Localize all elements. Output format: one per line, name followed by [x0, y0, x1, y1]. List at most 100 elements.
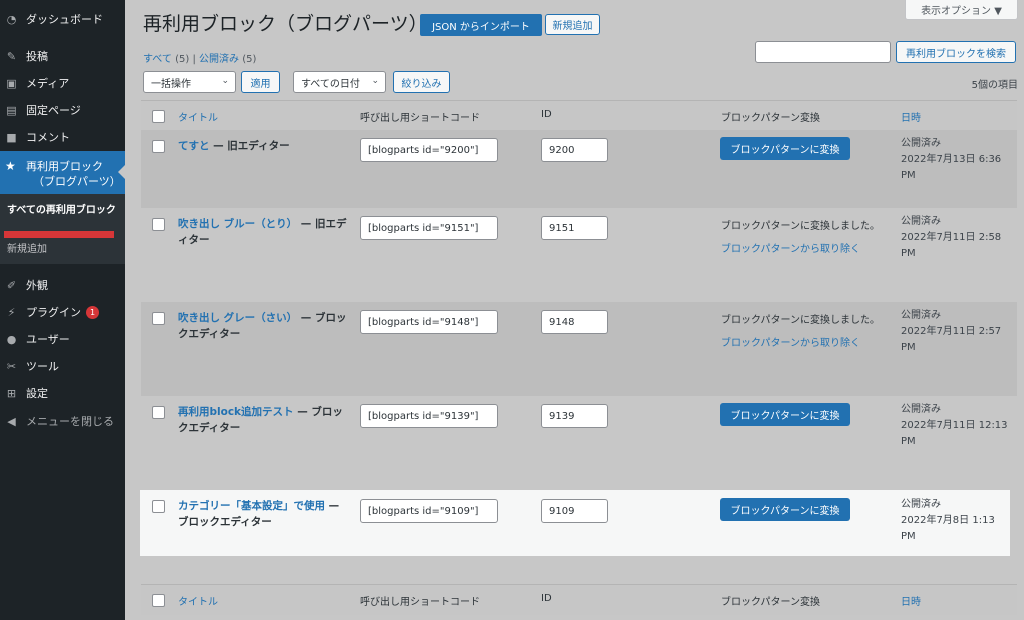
shortcode-field[interactable]: [blogparts id="9139"]	[360, 404, 498, 428]
row-title-link[interactable]: 吹き出し ブルー（とり）	[178, 218, 297, 230]
row-checkbox[interactable]	[152, 500, 165, 513]
filter-published-link[interactable]: 公開済み	[199, 54, 239, 65]
id-field[interactable]: 9148	[541, 310, 608, 334]
id-field[interactable]: 9151	[541, 216, 608, 240]
screen-options-button[interactable]: 表示オプション ▼	[905, 0, 1018, 20]
convert-status-text: ブロックパターンに変換しました。	[721, 221, 880, 232]
convert-status-text: ブロックパターンに変換しました。	[721, 315, 880, 326]
row-date: 公開済み 2022年7月11日 12:13 PM	[901, 402, 1011, 450]
menu-appearance[interactable]: ✐ 外観	[0, 272, 125, 298]
filter-all-link[interactable]: すべて	[143, 54, 172, 65]
row-title-link[interactable]: 再利用block追加テスト	[178, 406, 294, 418]
settings-icon: ⊞	[6, 386, 17, 400]
row-date-status: 公開済み	[901, 138, 941, 149]
table-row: 再利用block追加テスト — ブロックエディター [blogparts id=…	[141, 396, 1017, 490]
bulk-action-select[interactable]: 一括操作 ⌄	[143, 71, 236, 93]
filter-separator: |	[192, 54, 196, 65]
menu-settings[interactable]: ⊞ 設定	[0, 380, 125, 406]
comment-icon: ■	[6, 130, 17, 144]
table-row: てすと — 旧エディター [blogparts id="9200"] 9200 …	[141, 130, 1017, 208]
menu-plugins[interactable]: ⚡ プラグイン 1	[0, 299, 125, 325]
wrench-icon: ✂	[6, 359, 17, 373]
id-field[interactable]: 9139	[541, 404, 608, 428]
table-row: 吹き出し ブルー（とり） — 旧エディター [blogparts id="915…	[141, 208, 1017, 302]
row-date-status: 公開済み	[901, 499, 941, 510]
chevron-down-icon: ⌄	[371, 76, 379, 86]
apply-button[interactable]: 適用	[241, 71, 280, 93]
menu-media[interactable]: ▣ メディア	[0, 70, 125, 96]
column-title[interactable]: タイトル	[178, 109, 218, 124]
row-date-value: 2022年7月11日 2:58 PM	[901, 232, 1002, 259]
row-title-link[interactable]: カテゴリー「基本設定」で使用	[178, 500, 325, 512]
menu-dashboard[interactable]: ◔ ダッシュボード	[0, 6, 125, 32]
items-count: 5個の項目	[971, 80, 1018, 91]
row-checkbox[interactable]	[152, 406, 165, 419]
highlight-bar	[4, 231, 114, 238]
row-date-value: 2022年7月8日 1:13 PM	[901, 515, 995, 542]
column-convert: ブロックパターン変換	[721, 113, 820, 124]
search-reusable-blocks-button[interactable]: 再利用ブロックを検索	[896, 41, 1016, 63]
select-all-checkbox[interactable]	[152, 110, 165, 123]
page-icon: ▤	[6, 103, 17, 117]
menu-reusable-blocks[interactable]: ★ 再利用ブロック （ブログパーツ）	[0, 151, 125, 194]
table-row-highlighted: カテゴリー「基本設定」で使用 — ブロックエディター [blogparts id…	[140, 490, 1010, 556]
row-date: 公開済み 2022年7月8日 1:13 PM	[901, 497, 1011, 545]
pin-icon: ✎	[6, 49, 17, 63]
convert-pattern-button[interactable]: ブロックパターンに変換	[720, 403, 850, 426]
filter-button[interactable]: 絞り込み	[393, 71, 450, 93]
filter-published-count: (5)	[242, 54, 257, 65]
row-date: 公開済み 2022年7月11日 2:58 PM	[901, 214, 1011, 262]
reusable-blocks-table: タイトル 呼び出し用ショートコード ID ブロックパターン変換 日時 てすと —…	[140, 100, 1017, 620]
select-all-checkbox-footer[interactable]	[152, 594, 165, 607]
submenu-add-new[interactable]: 新規追加	[7, 240, 47, 255]
shortcode-field[interactable]: [blogparts id="9109"]	[360, 499, 498, 523]
submenu-all-reusable-blocks[interactable]: すべての再利用ブロック	[7, 204, 117, 217]
shortcode-field[interactable]: [blogparts id="9151"]	[360, 216, 498, 240]
remove-pattern-link[interactable]: ブロックパターンから取り除く	[721, 240, 860, 255]
row-checkbox[interactable]	[152, 140, 165, 153]
id-field[interactable]: 9109	[541, 499, 608, 523]
row-editor-type: — 旧エディター	[209, 140, 290, 152]
remove-pattern-link[interactable]: ブロックパターンから取り除く	[721, 334, 860, 349]
table-header: タイトル 呼び出し用ショートコード ID ブロックパターン変換 日時	[141, 100, 1017, 131]
menu-pages[interactable]: ▤ 固定ページ	[0, 97, 125, 123]
convert-pattern-button[interactable]: ブロックパターンに変換	[720, 498, 850, 521]
page-title: 再利用ブロック（ブログパーツ）	[143, 13, 428, 35]
row-checkbox[interactable]	[152, 312, 165, 325]
menu-tools[interactable]: ✂ ツール	[0, 353, 125, 379]
row-date: 公開済み 2022年7月13日 6:36 PM	[901, 136, 1011, 184]
menu-users[interactable]: ● ユーザー	[0, 326, 125, 352]
media-icon: ▣	[6, 76, 17, 90]
add-new-button[interactable]: 新規追加	[545, 14, 600, 35]
plugin-icon: ⚡	[7, 305, 16, 319]
date-filter-select[interactable]: すべての日付 ⌄	[293, 71, 386, 93]
row-date-value: 2022年7月11日 2:57 PM	[901, 326, 1002, 353]
id-field[interactable]: 9200	[541, 138, 608, 162]
search-input[interactable]	[755, 41, 891, 63]
row-date-status: 公開済み	[901, 216, 941, 227]
menu-comments[interactable]: ■ コメント	[0, 124, 125, 150]
shortcode-field[interactable]: [blogparts id="9148"]	[360, 310, 498, 334]
row-checkbox[interactable]	[152, 218, 165, 231]
plugin-update-badge: 1	[86, 305, 99, 319]
row-date-status: 公開済み	[901, 404, 941, 415]
column-shortcode: 呼び出し用ショートコード	[360, 113, 480, 124]
convert-pattern-button[interactable]: ブロックパターンに変換	[720, 137, 850, 160]
menu-posts[interactable]: ✎ 投稿	[0, 43, 125, 69]
column-title-footer[interactable]: タイトル	[178, 593, 218, 608]
column-convert-footer: ブロックパターン変換	[721, 597, 820, 608]
row-date-value: 2022年7月11日 12:13 PM	[901, 420, 1008, 447]
row-title-link[interactable]: 吹き出し グレー（さい）	[178, 312, 297, 324]
shortcode-field[interactable]: [blogparts id="9200"]	[360, 138, 498, 162]
menu-collapse[interactable]: ◀ メニューを閉じる	[0, 408, 125, 434]
column-date[interactable]: 日時	[901, 109, 921, 124]
table-footer: タイトル 呼び出し用ショートコード ID ブロックパターン変換 日時	[141, 584, 1017, 615]
admin-sidebar: ◔ ダッシュボード ✎ 投稿 ▣ メディア ▤ 固定ページ ■ コメント ★ 再…	[0, 0, 125, 620]
column-date-footer[interactable]: 日時	[901, 593, 921, 608]
row-title-link[interactable]: てすと	[178, 140, 210, 152]
filter-all-count: (5)	[175, 54, 190, 65]
column-id: ID	[541, 109, 552, 120]
json-import-button[interactable]: JSON からインポート	[420, 14, 542, 36]
chevron-down-icon: ⌄	[221, 76, 229, 86]
collapse-icon: ◀	[7, 414, 16, 428]
